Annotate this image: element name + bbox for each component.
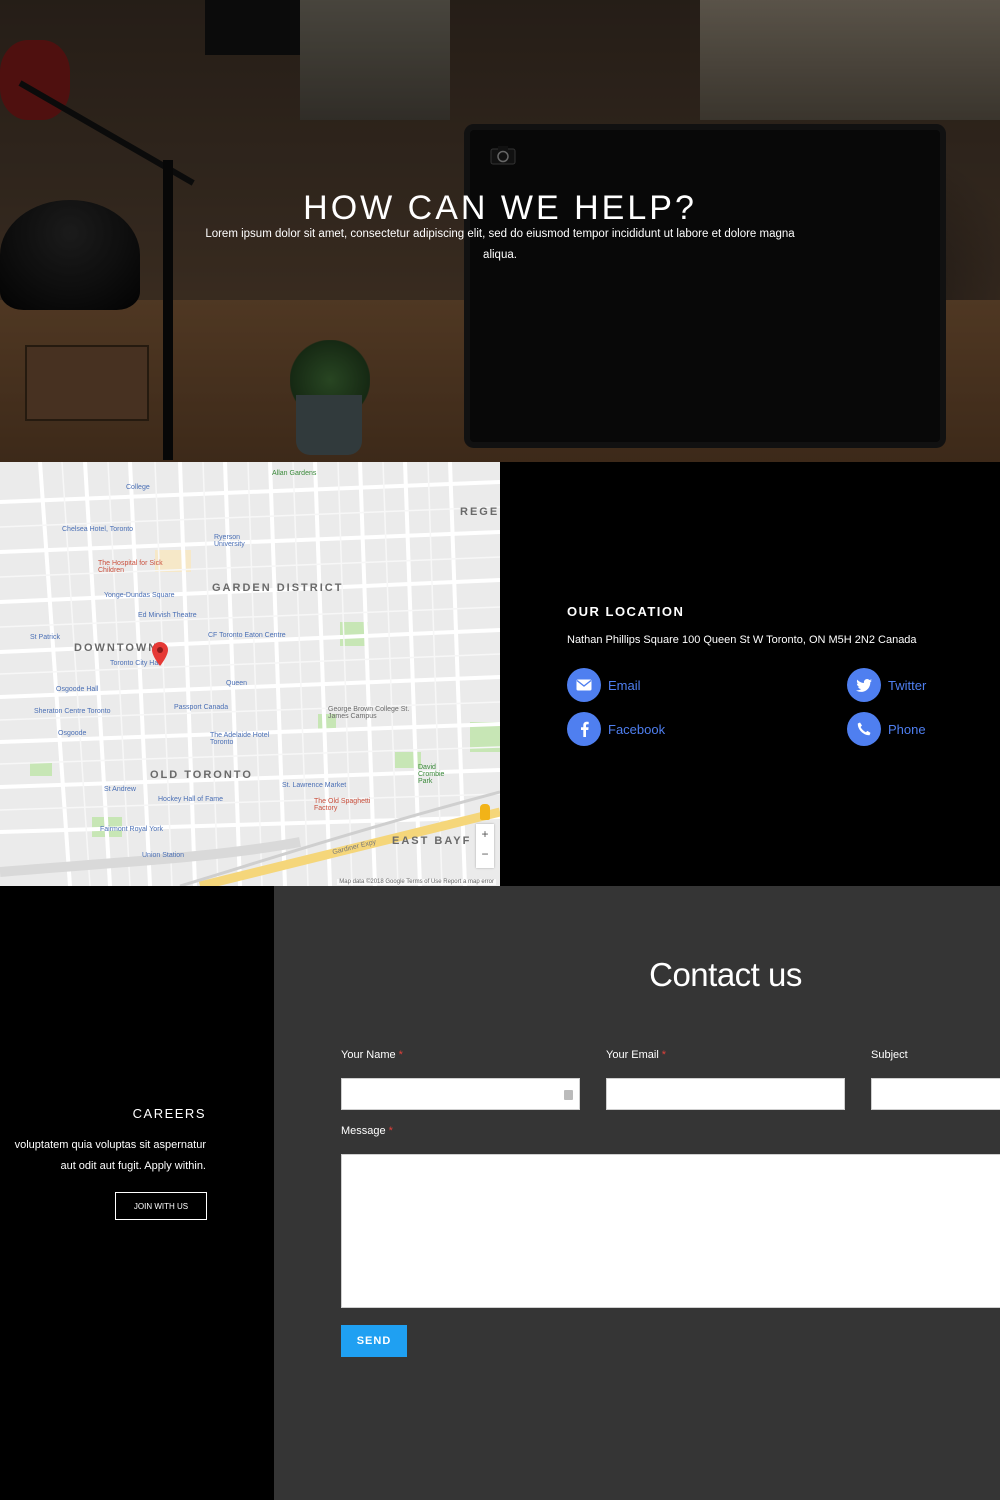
twitter-link-label: Twitter [888,677,927,693]
map-poi: Hockey Hall of Fame [158,796,223,803]
send-button[interactable]: SEND [341,1325,407,1357]
email-link-label: Email [608,677,641,693]
map-poi: College [126,484,150,491]
subject-label-text: Subject [871,1049,908,1061]
map-poi: Passport Canada [174,704,229,711]
map-area-label: DOWNTOWN [74,642,159,654]
careers-text-line: voluptatem quia voluptas sit aspernatur [14,1139,206,1151]
location-map[interactable]: GARDEN DISTRICT DOWNTOWN OLD TORONTO EAS… [0,462,500,886]
location-section: OUR LOCATION Nathan Phillips Square 100 … [500,462,1000,886]
message-field-label: Message * [341,1125,393,1137]
phone-icon [847,712,881,746]
name-field-label: Your Name * [341,1049,403,1061]
facebook-link[interactable]: Facebook [567,712,665,746]
careers-title: CAREERS [132,1106,206,1121]
map-poi: The Hospital for Sick Children [98,560,163,574]
map-poi: St Andrew [104,786,136,793]
zoom-out-button[interactable]: − [476,844,494,864]
map-poi: Sheraton Centre Toronto [34,708,111,715]
phone-link-label: Phone [888,721,926,737]
message-textarea[interactable] [341,1154,1000,1308]
map-poi: The Adelaide Hotel Toronto [210,732,270,746]
map-poi: Ed Mirvish Theatre [138,612,197,619]
map-poi: Fairmont Royal York [100,826,164,833]
required-mark: * [398,1049,403,1061]
name-label-text: Your Name [341,1049,396,1061]
careers-text: voluptatem quia voluptas sit aspernatur … [0,1135,206,1177]
zoom-in-button[interactable]: + [476,824,494,844]
phone-link[interactable]: Phone [847,712,926,746]
email-icon [567,668,601,702]
map-poi: David Crombie Park [418,764,445,785]
map-poi: Union Station [142,852,185,859]
twitter-icon [847,668,881,702]
join-with-us-button[interactable]: JOIN WITH US [115,1192,207,1220]
map-zoom-control[interactable]: + − [476,824,494,868]
location-title: OUR LOCATION [567,604,685,619]
name-input[interactable] [341,1078,580,1110]
email-label-text: Your Email [606,1049,659,1061]
map-area-label: REGE [460,506,500,518]
twitter-link[interactable]: Twitter [847,668,926,702]
camera-icon [490,146,516,165]
map-poi: Queen [226,680,248,687]
map-area-label: EAST BAYF [392,835,472,847]
map-poi: Osgoode [58,730,87,737]
hero-title: HOW CAN WE HELP? [303,188,697,227]
careers-section: CAREERS voluptatem quia voluptas sit asp… [0,886,274,1500]
map-area-label: GARDEN DISTRICT [212,582,344,594]
facebook-link-label: Facebook [608,721,666,737]
subject-input[interactable] [871,1078,1000,1110]
hero-text: Lorem ipsum dolor sit amet, consectetur … [205,228,795,261]
required-mark: * [388,1125,393,1137]
map-poi: Osgoode Hall [56,686,99,693]
email-input[interactable] [606,1078,845,1110]
hero-section: HOW CAN WE HELP? Lorem ipsum dolor sit a… [0,0,1000,462]
message-label-text: Message [341,1125,386,1137]
contact-title: Contact us [649,956,802,993]
required-mark: * [661,1049,667,1061]
contact-section: Contact us Your Name * Your Email * Subjec… [274,886,1000,1500]
street-view-pegman-icon[interactable] [480,804,490,820]
email-field-label: Your Email * [606,1049,666,1061]
map-pin-icon [152,642,168,666]
location-address: Nathan Phillips Square 100 Queen St W To… [567,634,917,646]
careers-text-line: aut odit aut fugit. Apply within. [60,1160,206,1172]
map-poi: Allan Gardens [272,470,317,477]
map-poi: Ryerson University [214,534,245,548]
autofill-key-icon[interactable] [564,1090,573,1100]
facebook-icon [567,712,601,746]
map-poi: Chelsea Hotel, Toronto [62,526,134,533]
email-link[interactable]: Email [567,668,641,702]
subject-field-label: Subject [871,1049,908,1061]
map-poi: The Old Spaghetti Factory [314,798,371,812]
map-attribution: Map data ©2018 Google Terms of Use Repor… [337,879,496,885]
map-poi: St. Lawrence Market [282,782,347,789]
map-area-label: OLD TORONTO [150,769,253,781]
map-poi: George Brown College St. James Campus [328,706,410,720]
map-poi: St Patrick [30,634,60,641]
map-poi: CF Toronto Eaton Centre [208,632,286,639]
map-poi: Yonge-Dundas Square [104,592,175,599]
